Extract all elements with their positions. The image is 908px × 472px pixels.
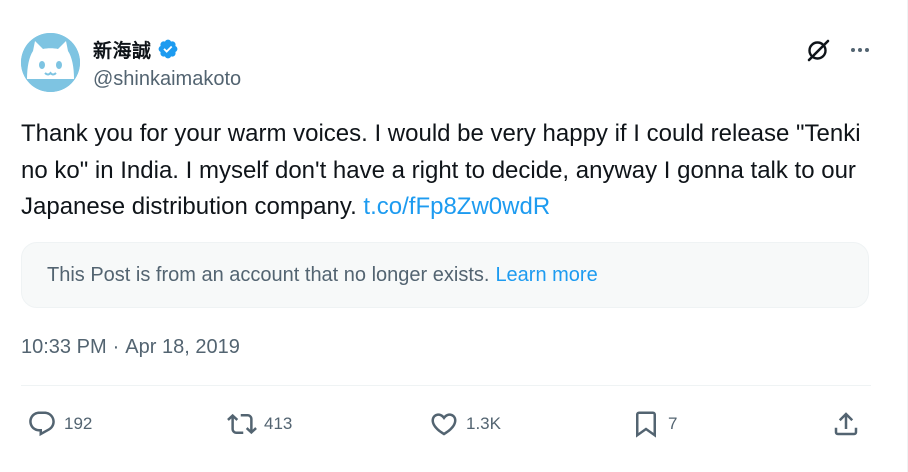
tweet-date: Apr 18, 2019 [125, 336, 240, 358]
user-handle[interactable]: @shinkaimakoto [93, 68, 241, 91]
tweet-time: 10:33 PM [21, 336, 107, 358]
reply-count: 192 [64, 414, 93, 433]
bookmark-button[interactable]: 7 [631, 404, 677, 444]
repost-count: 413 [264, 414, 293, 433]
header-actions [805, 37, 871, 63]
tweet-header: 新海誠 @shinkaimakoto [21, 33, 871, 97]
user-names: 新海誠 @shinkaimakoto [93, 37, 241, 91]
verified-badge-icon[interactable] [157, 38, 179, 60]
cat-face-avatar-icon [21, 33, 80, 92]
heart-icon [429, 409, 459, 439]
reply-icon [27, 409, 57, 439]
repost-button[interactable]: 413 [227, 404, 292, 444]
avatar[interactable] [21, 33, 80, 92]
divider [21, 385, 871, 386]
repost-icon [227, 409, 257, 439]
action-bar: 192 413 1.3K 7 [21, 404, 871, 444]
bookmark-icon [631, 409, 661, 439]
tweet-text: Thank you for your warm voices. I would … [21, 116, 881, 226]
like-button[interactable]: 1.3K [429, 404, 501, 444]
timestamp-separator: · [112, 336, 120, 358]
learn-more-link[interactable]: Learn more [495, 264, 597, 287]
share-button[interactable] [831, 404, 861, 444]
like-count: 1.3K [466, 414, 501, 433]
share-icon [831, 409, 861, 439]
more-options-icon[interactable] [849, 39, 871, 61]
notice-text: This Post is from an account that no lon… [47, 263, 490, 286]
display-name-row: 新海誠 [93, 36, 241, 63]
display-name[interactable]: 新海誠 [93, 36, 152, 63]
deleted-account-notice: This Post is from an account that no lon… [21, 242, 869, 308]
grok-icon[interactable] [805, 37, 831, 63]
tweet-timestamp[interactable]: 10:33 PM · Apr 18, 2019 [21, 336, 240, 359]
tweet-link[interactable]: t.co/fFp8Zw0wdR [363, 193, 550, 220]
bookmark-count: 7 [668, 414, 678, 433]
reply-button[interactable]: 192 [27, 404, 92, 444]
